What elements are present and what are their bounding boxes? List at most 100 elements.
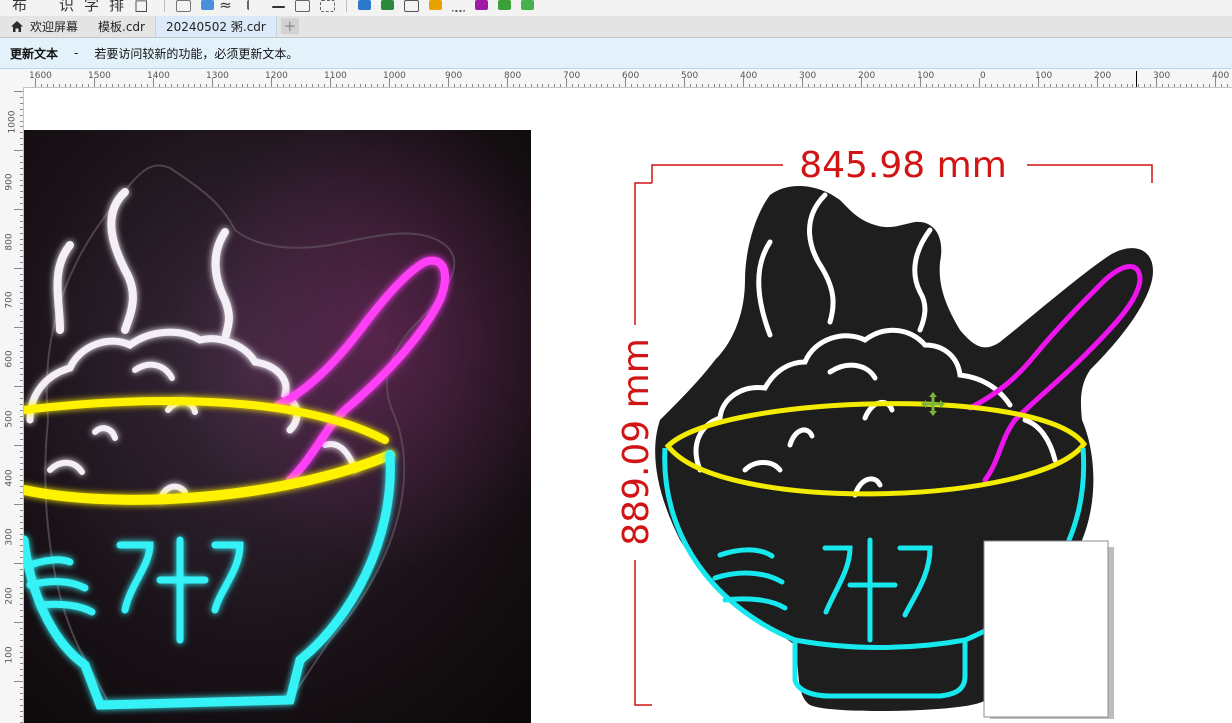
ruler-tick — [212, 78, 213, 87]
ruler-tick — [14, 150, 23, 151]
ruler-tick — [20, 527, 23, 529]
width-dimension-label[interactable]: 845.98 mm — [799, 145, 1007, 186]
node-icon[interactable] — [201, 0, 215, 10]
ruler-tick — [200, 84, 202, 87]
toolbar-glyph[interactable]: 布 — [12, 0, 27, 13]
ruler-tick — [20, 185, 23, 187]
ruler-tick — [1014, 84, 1016, 87]
ruler-tick — [20, 291, 23, 293]
ruler-tick — [94, 78, 95, 87]
ruler-tick — [796, 84, 798, 87]
ruler-tick — [14, 209, 23, 210]
ruler-tick — [324, 84, 326, 87]
ruler-tick — [20, 303, 23, 305]
ruler-tick — [554, 84, 556, 87]
ruler-tick — [1108, 84, 1110, 87]
brush-icon[interactable] — [497, 0, 511, 10]
ruler-tick — [866, 84, 868, 87]
ruler-tick — [20, 262, 23, 264]
ruler-tick — [979, 78, 980, 87]
ruler-tick — [1167, 84, 1169, 87]
line-icon[interactable] — [271, 6, 285, 8]
ruler-tick — [625, 78, 626, 87]
grid-icon[interactable] — [428, 0, 442, 10]
ruler-tick — [925, 84, 927, 87]
ruler-tick — [306, 84, 308, 87]
ruler-tick — [353, 84, 355, 87]
ruler-label: 1300 — [206, 71, 229, 81]
tab-current-document[interactable]: 20240502 粥.cdr — [154, 16, 277, 37]
effects-icon[interactable] — [474, 0, 488, 10]
ruler-tick — [1220, 84, 1222, 87]
wave-icon[interactable]: ≈ — [219, 0, 232, 13]
ruler-tick — [20, 468, 23, 470]
text-tool-icon[interactable] — [403, 0, 419, 12]
ruler-tick — [265, 84, 267, 87]
ruler-tick — [701, 84, 703, 87]
notice-message[interactable]: 若要访问较新的功能，必须更新文本。 — [94, 45, 298, 62]
ruler-tick — [518, 84, 520, 87]
ruler-tick — [20, 551, 23, 553]
ruler-tick — [20, 126, 23, 128]
add-tab-button[interactable]: + — [280, 17, 299, 35]
ruler-tick — [1150, 84, 1152, 87]
ruler-tick — [1161, 84, 1163, 87]
horizontal-ruler[interactable]: 1600 1500 1400 1300 1200 1100 1000 900 8… — [0, 69, 1232, 88]
ruler-tick — [20, 515, 23, 517]
ruler-tick — [613, 84, 615, 87]
page-icon[interactable]: □ — [134, 0, 148, 13]
select-icon[interactable] — [319, 0, 335, 12]
ruler-tick — [276, 84, 278, 87]
shape-icon[interactable] — [357, 0, 371, 10]
ruler-tick — [630, 84, 632, 87]
connector-icon[interactable] — [294, 0, 310, 12]
ruler-label: 0 — [980, 71, 986, 81]
ruler-tick — [418, 84, 420, 87]
ruler-tick — [784, 84, 786, 87]
align-icon[interactable] — [246, 0, 262, 10]
ruler-tick — [760, 84, 762, 87]
ruler-tick — [377, 84, 379, 87]
ruler-tick — [707, 84, 709, 87]
ruler-tick — [20, 96, 23, 98]
toolbar-glyph[interactable]: 字 — [84, 0, 99, 13]
ruler-tick — [772, 84, 774, 87]
ruler-label: 400 — [4, 469, 15, 487]
ruler-tick — [318, 84, 320, 87]
ruler-tick — [20, 421, 23, 423]
toolbar-glyph[interactable]: 排 — [109, 0, 124, 13]
view-icon[interactable] — [176, 0, 192, 12]
drawing-canvas[interactable]: 845.98 mm 889.09 mm — [24, 88, 1232, 723]
ruler-tick — [14, 91, 23, 92]
product-photo[interactable] — [24, 130, 531, 723]
ruler-tick — [76, 84, 78, 87]
ruler-tick — [20, 557, 23, 559]
ruler-tick — [790, 84, 792, 87]
page-border — [983, 540, 1114, 719]
ruler-tick — [949, 84, 951, 87]
ruler-tick — [973, 84, 975, 87]
height-dimension-top — [634, 182, 652, 325]
ruler-tick — [837, 84, 839, 87]
vertical-ruler[interactable]: 1000 900 800 700 600 500 400 300 200 100 — [0, 87, 24, 723]
ruler-tick — [147, 84, 149, 87]
export-icon[interactable] — [520, 0, 534, 10]
dots-icon[interactable] — [451, 0, 465, 12]
tab-welcome-screen[interactable]: 欢迎屏幕 — [0, 16, 88, 37]
ruler-tick — [20, 238, 23, 240]
ruler-tick — [20, 509, 23, 511]
ruler-tick — [20, 155, 23, 157]
ruler-tick — [20, 285, 23, 287]
tab-label: 欢迎屏幕 — [30, 20, 79, 34]
green-fill-icon[interactable] — [380, 0, 394, 10]
ruler-tick — [20, 433, 23, 435]
height-dimension-label[interactable]: 889.09 mm — [616, 338, 657, 546]
ruler-tick — [678, 84, 680, 87]
ruler-tick — [813, 84, 815, 87]
ruler-label: 1200 — [265, 71, 288, 81]
toolbar-separator — [164, 0, 166, 12]
toolbar-glyph[interactable]: 识 — [59, 0, 74, 13]
tab-template[interactable]: 模板.cdr — [88, 16, 155, 37]
ruler-tick — [241, 84, 243, 87]
ruler-tick — [99, 84, 101, 87]
